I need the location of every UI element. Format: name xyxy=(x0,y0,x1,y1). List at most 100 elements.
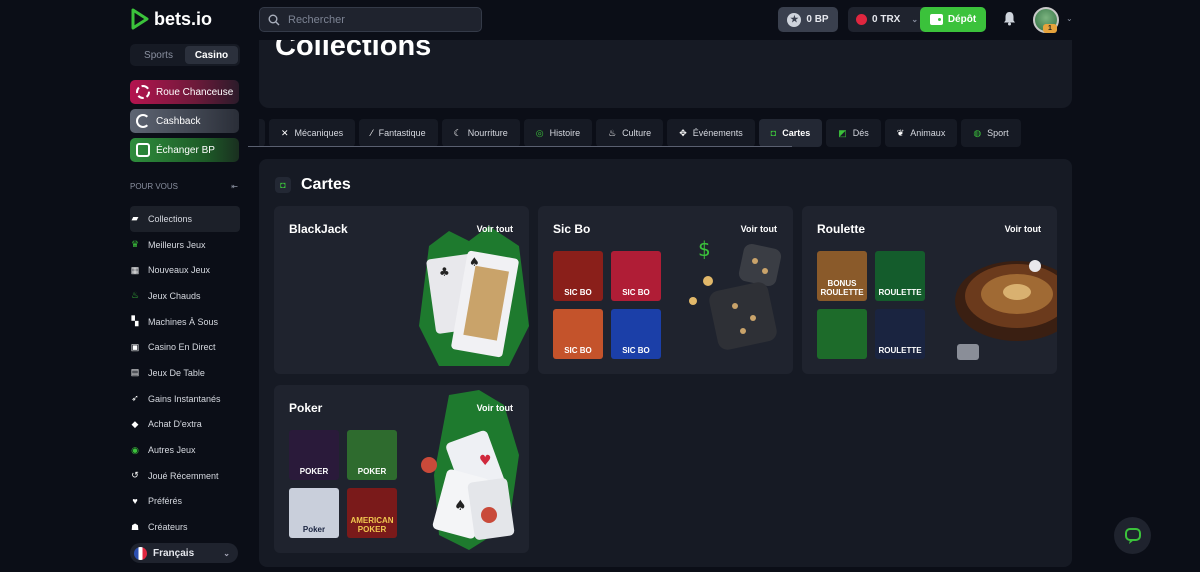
chevron-down-icon: ⌄ xyxy=(223,548,230,558)
sports-casino-toggle: Sports Casino xyxy=(130,44,240,66)
collection-card-roulette[interactable]: Roulette Voir tout BONUS ROULETTE ROULET… xyxy=(802,206,1057,374)
language-selector[interactable]: Français ⌄ xyxy=(130,543,238,563)
tools-icon: ✕ xyxy=(281,127,289,138)
game-thumbnail[interactable]: SIC BO xyxy=(553,251,603,301)
sidebar-item-label: Collections xyxy=(148,213,193,224)
logo[interactable]: bets.io xyxy=(130,8,212,30)
sidebar-item-other-games[interactable]: ◉ Autres Jeux xyxy=(130,437,240,463)
chat-button[interactable] xyxy=(1114,517,1151,554)
trophy-icon: ♛ xyxy=(130,239,140,250)
thumb-label: ROULETTE xyxy=(878,346,922,355)
slot-icon: ▚ xyxy=(131,316,139,327)
sidebar-item-table-games[interactable]: ▤ Jeux De Table xyxy=(130,360,240,386)
sidebar-item-label: Machines À Sous xyxy=(148,316,219,327)
tab-nourriture[interactable]: ☾ Nourriture xyxy=(441,119,520,147)
see-all-link[interactable]: Voir tout xyxy=(477,403,513,413)
game-thumbnail[interactable]: Poker xyxy=(289,488,339,538)
for-you-header: POUR VOUS ⇤ xyxy=(130,182,238,191)
svg-text:♠: ♠ xyxy=(454,498,467,514)
game-thumbnail[interactable]: SIC BO xyxy=(553,309,603,359)
exchange-bp-button[interactable]: Échanger BP xyxy=(130,138,239,162)
deposit-button[interactable]: Dépôt xyxy=(920,7,986,32)
game-thumbnail[interactable]: ROULETTE xyxy=(875,309,925,359)
see-all-link[interactable]: Voir tout xyxy=(477,224,513,234)
svg-text:♠: ♠ xyxy=(469,255,480,269)
section-header: ◘ Cartes xyxy=(275,176,351,194)
tab-cartes[interactable]: ◘ Cartes xyxy=(758,119,823,147)
sidebar-item-label: Casino En Direct xyxy=(148,342,216,353)
see-all-link[interactable]: Voir tout xyxy=(1005,224,1041,234)
promo-label: Cashback xyxy=(156,115,201,127)
sidebar-item-favorites[interactable]: ♥ Préférés xyxy=(130,489,240,515)
see-all-link[interactable]: Voir tout xyxy=(741,224,777,234)
scroll-icon: ◎ xyxy=(535,127,544,138)
game-thumbnail[interactable]: POKER xyxy=(347,430,397,480)
tab-label: Sport xyxy=(987,128,1009,138)
svg-text:$: $ xyxy=(698,237,711,261)
sidebar-item-bonus-buy[interactable]: ◆ Achat D'extra xyxy=(130,412,240,438)
card-title: Sic Bo xyxy=(553,222,591,236)
card-title: BlackJack xyxy=(289,222,348,236)
sidebar-nav: ▰ Collections ♛ Meilleurs Jeux ▦ Nouveaux J… xyxy=(130,206,240,540)
bp-balance-button[interactable]: ★ 0 BP xyxy=(778,7,838,32)
game-thumbnail[interactable]: AMERICAN POKER xyxy=(347,488,397,538)
game-thumbnail[interactable]: ROULETTE xyxy=(875,251,925,301)
tab-evenements[interactable]: ✥ Événements xyxy=(667,119,755,147)
thumb-label: Poker xyxy=(302,525,326,534)
ball-icon: ◍ xyxy=(973,127,982,138)
sidebar-item-collections[interactable]: ▰ Collections xyxy=(130,206,240,232)
game-thumbnail[interactable] xyxy=(817,309,867,359)
tab-mecaniques[interactable]: ✕ Mécaniques xyxy=(269,119,356,147)
logo-text: bets.io xyxy=(154,8,213,29)
currency-selector[interactable]: 0 TRX ⌄ xyxy=(848,14,920,25)
game-thumbnail[interactable]: SIC BO xyxy=(611,309,661,359)
paw-icon: ❦ xyxy=(896,127,905,138)
sidebar-item-recently-played[interactable]: ↺ Joué Récemment xyxy=(130,463,240,489)
tab-sports[interactable]: Sports xyxy=(132,46,185,64)
sidebar-item-new-games[interactable]: ▦ Nouveaux Jeux xyxy=(130,257,240,283)
game-thumbnail[interactable]: POKER xyxy=(289,430,339,480)
sidebar-item-slots[interactable]: ▚ Machines À Sous xyxy=(130,309,240,335)
tab-label: Mécaniques xyxy=(294,128,344,138)
tab-histoire[interactable]: ◎ Histoire xyxy=(523,119,593,147)
game-thumbnail[interactable]: BONUS ROULETTE xyxy=(817,251,867,301)
bell-icon[interactable] xyxy=(1003,11,1016,26)
tabs-scroll-indicator xyxy=(248,146,792,147)
tab-casino[interactable]: Casino xyxy=(185,46,238,64)
tab-sport[interactable]: ◍ Sport xyxy=(961,119,1021,147)
flame-icon: ♨ xyxy=(608,127,617,138)
cards-icon: ▤ xyxy=(130,367,140,378)
tab-culture[interactable]: ♨ Culture xyxy=(596,119,664,147)
sidebar-item-label: Autres Jeux xyxy=(148,445,196,456)
collapse-icon[interactable]: ⇤ xyxy=(231,182,238,191)
tab-des[interactable]: ◩ Dés xyxy=(826,119,881,147)
thumb-label: POKER xyxy=(357,467,387,476)
lucky-wheel-button[interactable]: Roue Chanceuse xyxy=(130,80,239,104)
sidebar-item-instant-wins[interactable]: ➶ Gains Instantanés xyxy=(130,386,240,412)
collection-card-poker[interactable]: Poker Voir tout POKER POKER Poker AMERIC… xyxy=(274,385,529,553)
game-thumbnail[interactable]: SIC BO xyxy=(611,251,661,301)
collections-banner: Collections xyxy=(259,40,1072,108)
cashback-button[interactable]: Cashback xyxy=(130,109,239,133)
collection-card-blackjack[interactable]: BlackJack Voir tout ♠ ♣ xyxy=(274,206,529,374)
svg-text:♥: ♥ xyxy=(479,453,492,469)
sidebar-item-top-games[interactable]: ♛ Meilleurs Jeux xyxy=(130,232,240,258)
tab-animaux[interactable]: ❦ Animaux xyxy=(884,119,958,147)
search-input[interactable] xyxy=(288,13,468,26)
collection-card-sic-bo[interactable]: Sic Bo Voir tout SIC BO SIC BO SIC BO SI… xyxy=(538,206,793,374)
sidebar-item-providers[interactable]: ☗ Créateurs xyxy=(130,514,240,540)
section-label: POUR VOUS xyxy=(130,182,179,191)
star-coin-icon: ★ xyxy=(787,12,802,27)
chevron-down-icon[interactable]: ⌄ xyxy=(1066,14,1073,23)
sidebar-item-label: Gains Instantanés xyxy=(148,393,221,404)
tab-fantastique[interactable]: ⁄ Fantastique xyxy=(359,119,438,147)
heart-icon: ♥ xyxy=(132,496,138,507)
thumb-label: SIC BO xyxy=(564,346,592,355)
sidebar-item-label: Meilleurs Jeux xyxy=(148,239,206,250)
card-title: Poker xyxy=(289,401,323,415)
tab-partial[interactable]: ie xyxy=(259,119,265,147)
trx-balance: 0 TRX xyxy=(872,14,901,25)
search-box[interactable] xyxy=(259,7,482,32)
sidebar-item-hot-games[interactable]: ♨ Jeux Chauds xyxy=(130,283,240,309)
sidebar-item-live-casino[interactable]: ▣ Casino En Direct xyxy=(130,334,240,360)
